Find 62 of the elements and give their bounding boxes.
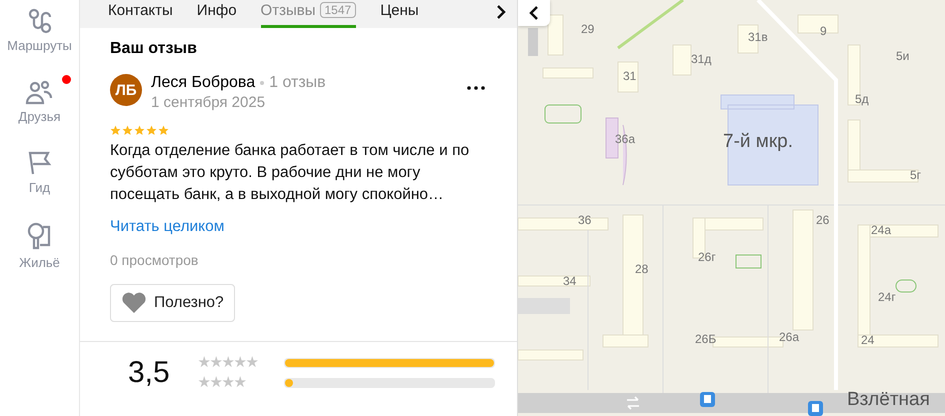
- map-label: 34: [563, 274, 576, 288]
- map-label: 31: [623, 69, 636, 83]
- tab[interactable]: Контакты: [108, 0, 173, 28]
- map-label: 36: [578, 213, 592, 227]
- star-icon: [158, 125, 169, 136]
- map-label: 5и: [896, 49, 910, 63]
- star-icon: [110, 125, 121, 136]
- author-name[interactable]: Леся Боброва: [151, 74, 256, 92]
- tab[interactable]: Отзывы 1547: [260, 0, 356, 28]
- map-label: 24: [861, 333, 874, 347]
- sidebar-item[interactable]: Гид: [18, 146, 62, 195]
- street-label: Взлётная: [847, 389, 930, 411]
- two-way-arrows-icon: [626, 396, 640, 410]
- views-count: 0 просмотров: [110, 252, 200, 268]
- heart-icon: [121, 292, 147, 314]
- star-icon: [146, 125, 157, 136]
- star-rating-label: ★★★★: [198, 376, 247, 390]
- next-arrow-button[interactable]: [495, 4, 507, 20]
- sidebar-item[interactable]: Жильё: [9, 217, 70, 270]
- star-icon: [134, 125, 145, 136]
- collapse-button[interactable]: [518, 0, 550, 26]
- map-label: 26г: [698, 250, 716, 264]
- more-icon: [467, 86, 485, 90]
- sidebar-item[interactable]: Маршруты: [0, 4, 82, 53]
- key-icon: [26, 221, 52, 251]
- star-rating-label: ★★★★★: [198, 356, 259, 370]
- section-title: Ваш отзыв: [110, 40, 198, 58]
- useful-button[interactable]: Полезно?: [110, 284, 235, 322]
- tab[interactable]: Инфо: [196, 0, 237, 28]
- separator-dot: [260, 81, 264, 85]
- map-label: 24а: [871, 223, 892, 237]
- chevron-right-icon: [495, 4, 507, 20]
- map-label: 31д: [691, 52, 712, 66]
- sidebar-item[interactable]: Друзья: [8, 75, 71, 124]
- map-label: 26а: [779, 330, 800, 344]
- rating-value: 3,5: [128, 356, 170, 390]
- bus-stop-icon: [808, 401, 823, 416]
- map-label: 26: [816, 213, 830, 227]
- route-icon: [26, 8, 52, 34]
- map-label: 5г: [910, 168, 922, 182]
- map-label: 7-й мкр.: [723, 131, 794, 153]
- map-label: 36а: [615, 132, 636, 146]
- map-label: 24г: [878, 290, 896, 304]
- review-text: Когда отделение банка работает в том числе и по субботам это круто. В рабочие дни не могу посещать банк, а в выходной могу спокойно…: [110, 141, 470, 205]
- read-more-link[interactable]: Читать целиком: [110, 218, 224, 236]
- map[interactable]: 29 31в 9 31д 31 5и 5д 36а 7-й мкр. 5г 36 26 24а 26г 28 34 24г 26Б 26а 24 Взлётная: [518, 0, 945, 416]
- chevron-left-icon: [529, 6, 539, 20]
- people-icon: [25, 79, 54, 105]
- map-label: 5д: [855, 92, 869, 106]
- review-count: 1 отзыв: [269, 74, 326, 92]
- map-label: 29: [581, 22, 594, 36]
- flag-icon: [28, 150, 52, 176]
- map-label: 31в: [748, 30, 768, 44]
- count-badge: 1547: [320, 2, 356, 18]
- bus-stop-icon: [700, 392, 715, 407]
- review-date: 1 сентября 2025: [151, 94, 266, 111]
- map-label: 28: [635, 262, 648, 276]
- avatar: ЛБ: [110, 74, 142, 106]
- tab[interactable]: Цены: [380, 0, 419, 28]
- star-icon: [122, 125, 133, 136]
- map-label: 9: [820, 24, 827, 38]
- map-label: 26Б: [695, 332, 716, 346]
